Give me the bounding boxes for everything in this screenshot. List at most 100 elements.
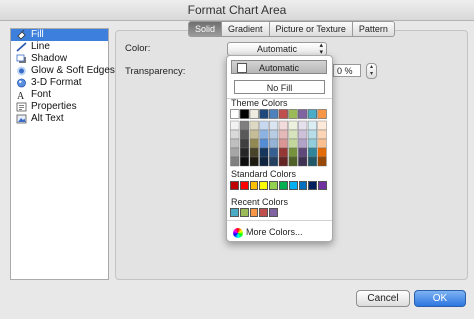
sidebar-item-alt-text[interactable]: Alt Text	[11, 113, 108, 125]
theme-shade-swatch[interactable]	[307, 120, 317, 131]
sidebar-item-label: Shadow	[31, 53, 68, 64]
recent-color-swatch[interactable]	[259, 208, 269, 217]
theme-shade-swatch[interactable]	[298, 156, 308, 167]
theme-shade-swatch[interactable]	[230, 138, 240, 149]
theme-shade-swatch[interactable]	[259, 147, 269, 158]
sidebar-item-glow[interactable]: Glow & Soft Edges	[11, 65, 115, 77]
theme-shade-swatch[interactable]	[288, 156, 298, 167]
theme-shade-swatch[interactable]	[317, 138, 327, 149]
standard-color-swatch[interactable]	[249, 181, 259, 190]
theme-shade-swatch[interactable]	[239, 138, 250, 149]
standard-color-swatch[interactable]	[239, 181, 249, 190]
theme-color-swatch[interactable]	[307, 109, 317, 119]
theme-shade-swatch[interactable]	[298, 147, 308, 158]
sidebar-item-shadow[interactable]: Shadow	[11, 53, 108, 65]
theme-shade-swatch[interactable]	[307, 147, 317, 158]
standard-color-swatch[interactable]	[230, 181, 239, 190]
recent-color-swatch[interactable]	[230, 208, 239, 217]
theme-color-swatch[interactable]	[288, 109, 298, 119]
theme-shade-swatch[interactable]	[317, 120, 327, 131]
theme-shade-swatch[interactable]	[307, 156, 317, 167]
theme-shade-swatch[interactable]	[269, 138, 279, 149]
standard-color-swatch[interactable]	[298, 181, 308, 190]
standard-color-swatch[interactable]	[288, 181, 298, 190]
theme-shade-swatch[interactable]	[307, 138, 317, 149]
theme-shade-swatch[interactable]	[298, 129, 308, 140]
tab-gradient[interactable]: Gradient	[221, 22, 269, 36]
theme-shade-swatch[interactable]	[288, 147, 298, 158]
up-down-arrows-icon: ▴ ▾	[319, 42, 323, 56]
sidebar-item-font[interactable]: A Font	[11, 89, 108, 101]
standard-color-swatch[interactable]	[318, 181, 327, 190]
theme-shade-swatch[interactable]	[278, 138, 288, 149]
theme-shade-swatch[interactable]	[278, 120, 288, 131]
theme-shade-swatch[interactable]	[317, 156, 327, 167]
recent-color-swatch[interactable]	[249, 208, 259, 217]
recent-color-swatch[interactable]	[239, 208, 249, 217]
theme-shade-swatch[interactable]	[259, 138, 269, 149]
theme-shade-swatch[interactable]	[249, 147, 259, 158]
ok-button[interactable]: OK	[414, 290, 466, 307]
theme-shade-swatch[interactable]	[259, 120, 269, 131]
theme-color-swatch[interactable]	[268, 109, 279, 119]
sidebar-item-line[interactable]: Line	[11, 41, 108, 53]
standard-color-swatch[interactable]	[259, 181, 269, 190]
tab-pattern[interactable]: Pattern	[351, 22, 394, 36]
theme-shade-swatch[interactable]	[269, 129, 279, 140]
theme-shade-swatch[interactable]	[278, 147, 288, 158]
theme-color-swatch[interactable]	[317, 109, 327, 119]
theme-shade-swatch[interactable]	[230, 147, 240, 158]
transparency-input[interactable]: 0 %	[333, 64, 361, 77]
theme-shade-swatch[interactable]	[230, 120, 240, 131]
tab-solid[interactable]: Solid	[189, 22, 222, 36]
transparency-stepper[interactable]: ▴ ▾	[366, 63, 377, 79]
theme-shade-swatch[interactable]	[288, 129, 298, 140]
theme-shade-swatch[interactable]	[269, 120, 279, 131]
theme-color-swatch[interactable]	[230, 109, 240, 119]
theme-colors-grid	[230, 109, 327, 168]
theme-shade-swatch[interactable]	[239, 147, 250, 158]
theme-shade-swatch[interactable]	[298, 138, 308, 149]
sidebar-item-properties[interactable]: Properties	[11, 101, 108, 113]
theme-shade-swatch[interactable]	[288, 120, 298, 131]
sidebar-item-label: 3-D Format	[31, 77, 82, 88]
theme-color-swatch[interactable]	[259, 109, 269, 119]
standard-color-swatch[interactable]	[278, 181, 288, 190]
theme-shade-swatch[interactable]	[259, 129, 269, 140]
theme-shade-swatch[interactable]	[239, 156, 250, 167]
standard-color-swatch[interactable]	[269, 181, 278, 190]
more-colors-option[interactable]: More Colors...	[233, 227, 303, 238]
color-select[interactable]: Automatic ▴ ▾	[227, 42, 327, 56]
theme-shade-swatch[interactable]	[317, 129, 327, 140]
theme-color-swatch[interactable]	[249, 109, 259, 119]
theme-shade-swatch[interactable]	[239, 129, 250, 140]
theme-shade-swatch[interactable]	[307, 129, 317, 140]
theme-shade-swatch[interactable]	[249, 156, 259, 167]
theme-shade-swatch[interactable]	[230, 129, 240, 140]
theme-shade-swatch[interactable]	[230, 156, 240, 167]
theme-shade-swatch[interactable]	[249, 120, 259, 131]
theme-color-swatch[interactable]	[278, 109, 288, 119]
theme-shade-swatch[interactable]	[269, 156, 279, 167]
no-fill-option[interactable]: No Fill	[234, 80, 325, 94]
theme-shade-swatch[interactable]	[249, 129, 259, 140]
theme-shade-swatch[interactable]	[298, 120, 308, 131]
recent-color-swatch[interactable]	[269, 208, 278, 217]
sidebar-item-fill[interactable]: Fill	[11, 29, 108, 41]
theme-color-swatch[interactable]	[239, 109, 250, 119]
standard-color-swatch[interactable]	[308, 181, 318, 190]
theme-color-swatch[interactable]	[298, 109, 308, 119]
theme-shade-swatch[interactable]	[259, 156, 269, 167]
theme-shade-swatch[interactable]	[288, 138, 298, 149]
theme-shade-swatch[interactable]	[278, 129, 288, 140]
theme-shade-swatch[interactable]	[239, 120, 250, 131]
theme-shade-swatch[interactable]	[278, 156, 288, 167]
theme-shade-swatch[interactable]	[269, 147, 279, 158]
sidebar-item-3d-format[interactable]: 3-D Format	[11, 77, 108, 89]
cancel-button[interactable]: Cancel	[356, 290, 410, 307]
tab-picture-or-texture[interactable]: Picture or Texture	[268, 22, 352, 36]
automatic-color-option[interactable]: Automatic	[231, 60, 327, 74]
standard-colors-row	[230, 181, 327, 190]
theme-shade-swatch[interactable]	[249, 138, 259, 149]
theme-shade-swatch[interactable]	[317, 147, 327, 158]
